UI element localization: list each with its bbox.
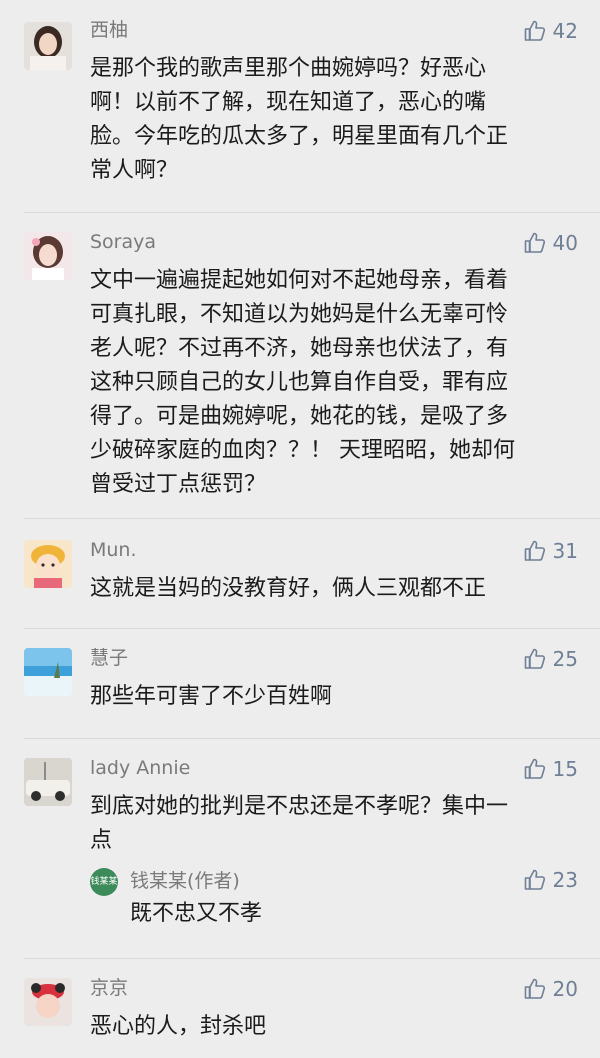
divider xyxy=(24,518,600,519)
divider xyxy=(24,212,600,213)
comment-item: 西柚 42 是那个我的歌声里那个曲婉婷吗？好恶心 啊！以前不了解，现在知道了，恶… xyxy=(0,18,600,198)
comment-item: 京京 20 恶心的人，封杀吧 xyxy=(0,976,600,1056)
comment-item: Soraya 40 文中一遍遍提起她如何对不起她母亲，看着 可真扎眼，不知道以为… xyxy=(0,230,600,500)
like-button[interactable]: 15 xyxy=(523,756,578,782)
comment-text: 恶心的人，封杀吧 xyxy=(90,1014,267,1039)
avatar[interactable] xyxy=(24,978,72,1026)
commenter-name[interactable]: 西柚 xyxy=(90,18,128,42)
avatar[interactable] xyxy=(24,232,72,280)
like-button[interactable]: 20 xyxy=(523,976,578,1002)
commenter-name[interactable]: Mun. xyxy=(90,538,137,562)
like-count: 15 xyxy=(552,757,578,781)
avatar[interactable] xyxy=(24,758,72,806)
thumbs-up-icon xyxy=(524,540,545,561)
like-count: 23 xyxy=(552,868,578,892)
thumbs-up-icon xyxy=(524,20,545,41)
avatar[interactable] xyxy=(24,540,72,588)
comment-text: 那些年可害了不少百姓啊 xyxy=(90,684,333,709)
like-count: 25 xyxy=(552,647,578,671)
like-count: 40 xyxy=(552,231,578,255)
avatar[interactable] xyxy=(24,648,72,696)
like-count: 42 xyxy=(552,19,578,43)
commenter-name[interactable]: Soraya xyxy=(90,230,156,254)
like-button[interactable]: 40 xyxy=(523,230,578,256)
comment-item: lady Annie 15 到底对她的批判是不忠还是不孝呢？集中一 点 钱某某 … xyxy=(0,756,600,956)
comment-text: 到底对她的批判是不忠还是不孝呢？集中一 点 xyxy=(90,794,509,853)
reply-author-name[interactable]: 钱某某(作者) xyxy=(130,869,240,893)
like-button[interactable]: 42 xyxy=(523,18,578,44)
like-button[interactable]: 31 xyxy=(523,538,578,564)
comment-item: Mun. 31 这就是当妈的没教育好，俩人三观都不正 xyxy=(0,538,600,618)
comment-text: 是那个我的歌声里那个曲婉婷吗？好恶心 啊！以前不了解，现在知道了，恶心的嘴 脸。… xyxy=(90,56,509,183)
like-button[interactable]: 25 xyxy=(523,646,578,672)
comment-text: 文中一遍遍提起她如何对不起她母亲，看着 可真扎眼，不知道以为她妈是什么无辜可怜 … xyxy=(90,268,515,497)
comment-item: 慧子 25 那些年可害了不少百姓啊 xyxy=(0,646,600,726)
author-avatar[interactable]: 钱某某 xyxy=(90,868,118,896)
divider xyxy=(24,628,600,629)
reply-text: 既不忠又不孝 xyxy=(130,901,263,926)
like-count: 20 xyxy=(552,977,578,1001)
commenter-name[interactable]: lady Annie xyxy=(90,756,190,780)
commenter-name[interactable]: 慧子 xyxy=(90,646,128,670)
thumbs-up-icon xyxy=(524,232,545,253)
author-avatar-label: 钱某某 xyxy=(90,876,118,887)
reply-like-button[interactable]: 23 xyxy=(523,867,578,893)
thumbs-up-icon xyxy=(524,758,545,779)
commenter-name[interactable]: 京京 xyxy=(90,976,128,1000)
comment-text: 这就是当妈的没教育好，俩人三观都不正 xyxy=(90,576,487,601)
divider xyxy=(24,958,600,959)
thumbs-up-icon xyxy=(524,978,545,999)
avatar[interactable] xyxy=(24,22,72,70)
like-count: 31 xyxy=(552,539,578,563)
thumbs-up-icon xyxy=(524,648,545,669)
thumbs-up-icon xyxy=(524,869,545,890)
divider xyxy=(24,738,600,739)
